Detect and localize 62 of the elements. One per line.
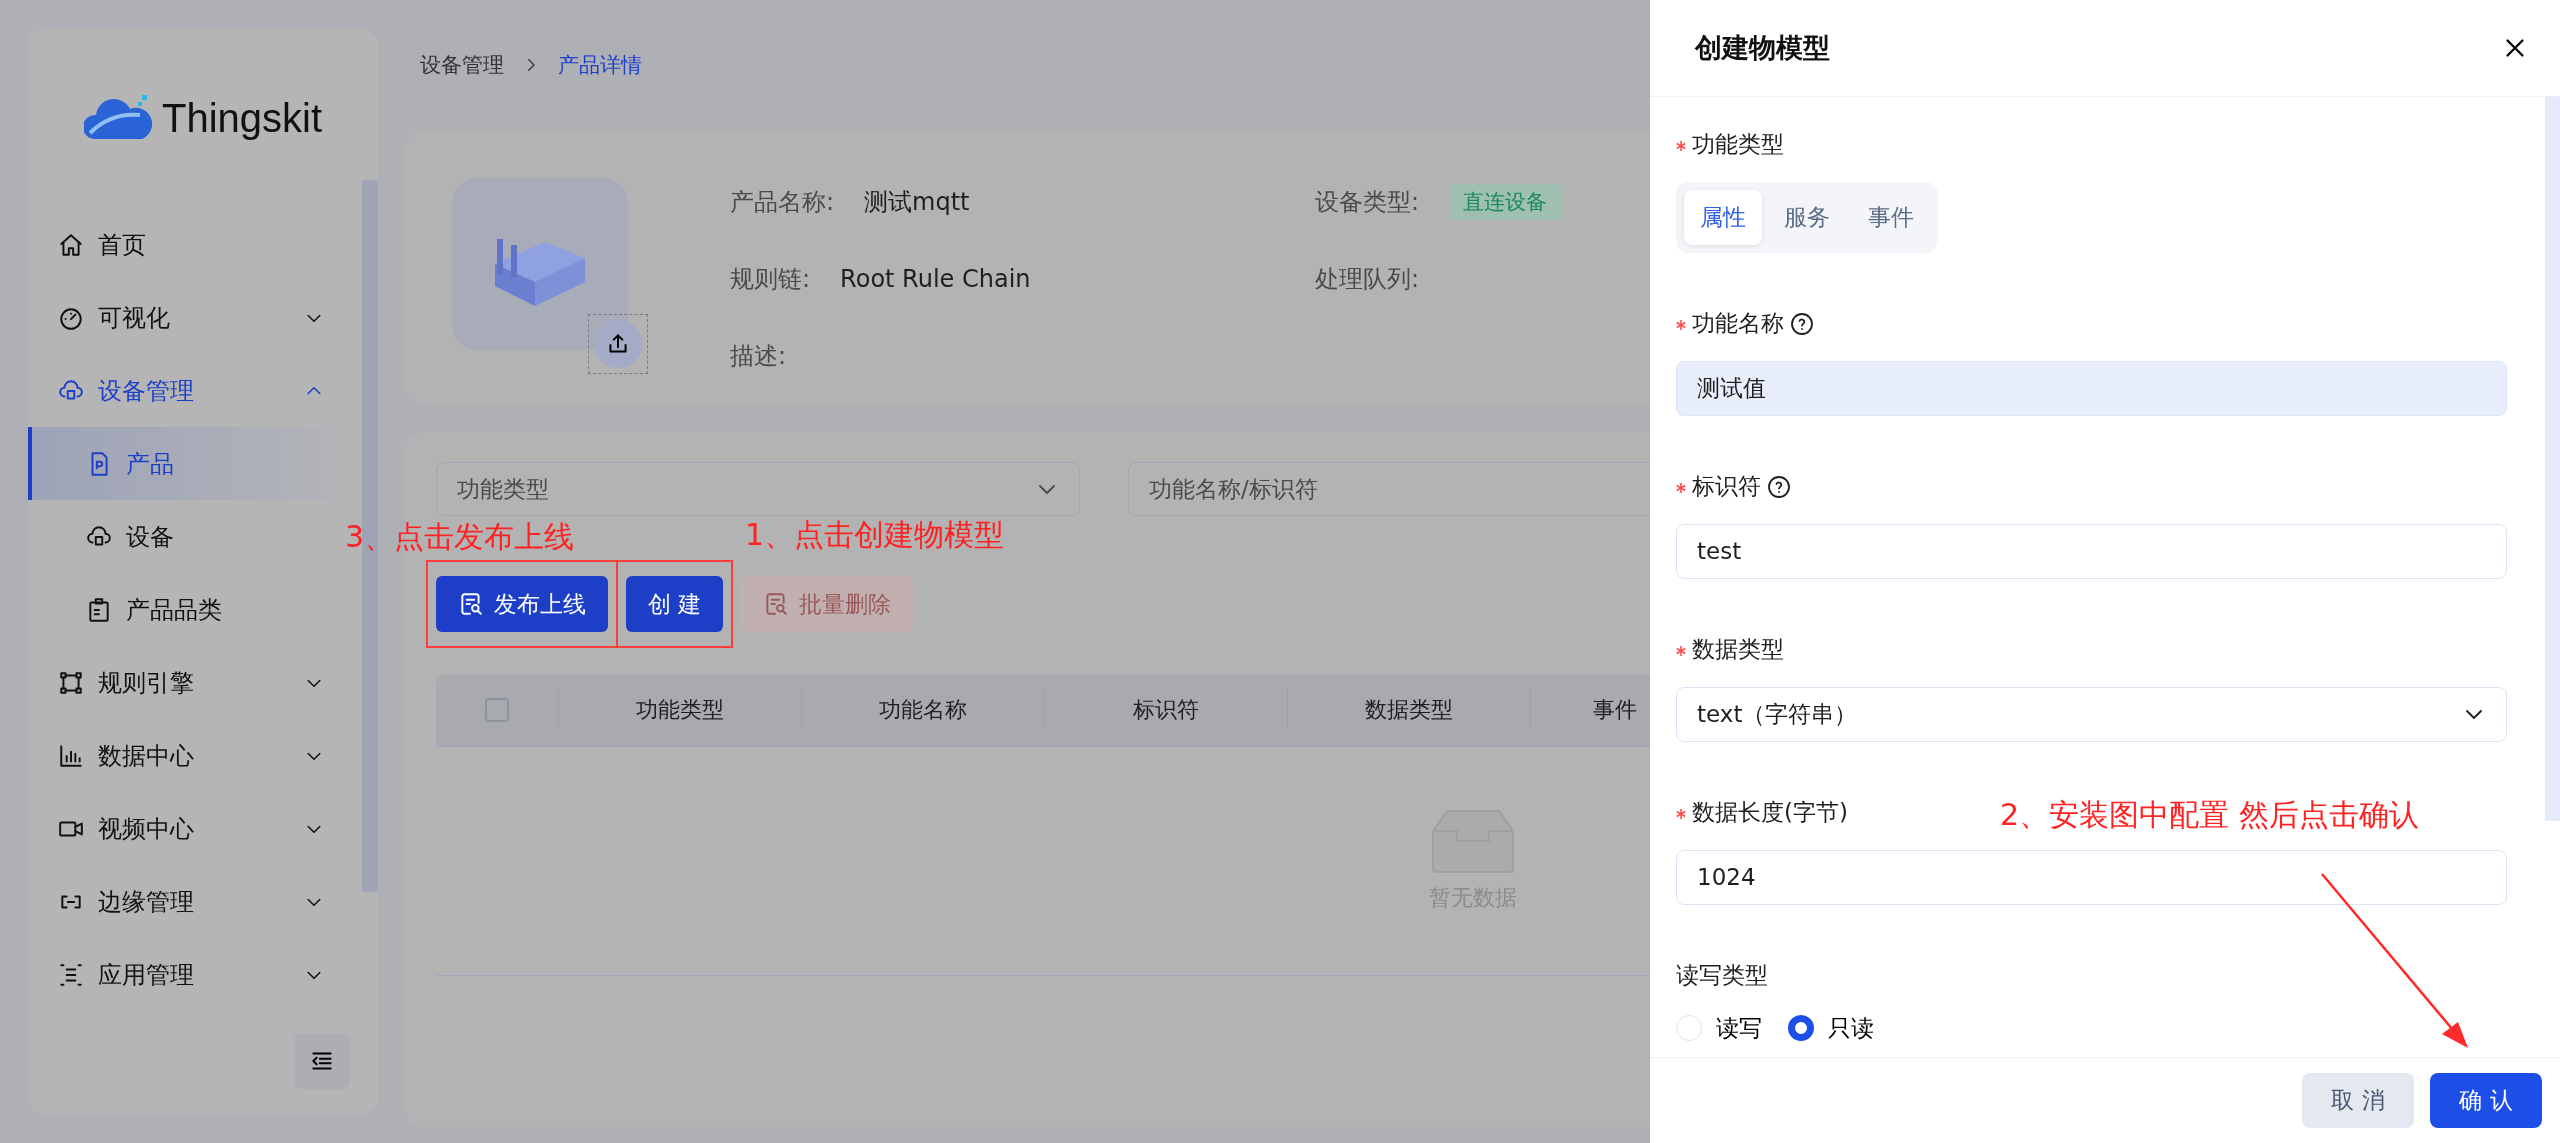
annotation-text: 2、安装图中配置 然后点击确认 (2000, 796, 2419, 834)
field-label: 处理队列: (1315, 263, 1420, 295)
segment-option[interactable]: 属性 (1684, 189, 1762, 245)
field-label: 设备类型: (1315, 186, 1420, 218)
field-label: 数据长度(字节) (1692, 798, 1848, 828)
collapse-button[interactable] (294, 1033, 350, 1089)
breadcrumb-item[interactable]: 产品详情 (558, 51, 642, 79)
cancel-button[interactable]: 取 消 (2302, 1073, 2414, 1129)
list-icon (58, 961, 84, 988)
help-icon (1790, 311, 1814, 336)
clipboard-icon (86, 596, 112, 623)
menu-item[interactable]: 视频中心 (28, 792, 342, 865)
field-value: Root Rule Chain (840, 264, 1031, 293)
select-all-checkbox[interactable] (485, 698, 509, 722)
select-field[interactable]: text（字符串） (1676, 686, 2507, 742)
scrollbar[interactable] (2545, 96, 2560, 821)
input-field[interactable]: 测试值 (1676, 360, 2507, 416)
field-label: 数据类型 (1692, 635, 1784, 665)
menu-item[interactable]: 规则引擎 (28, 646, 342, 719)
input-field[interactable]: test (1676, 523, 2507, 579)
menu-item[interactable]: 边缘管理 (28, 865, 342, 938)
breadcrumb-item[interactable]: 设备管理 (420, 51, 504, 79)
drawer-title: 创建物模型 (1695, 30, 1830, 65)
field-label: 描述: (730, 340, 787, 372)
menu-item[interactable]: 首页 (28, 208, 342, 281)
upload-button[interactable] (594, 320, 642, 368)
confirm-button[interactable]: 确 认 (2430, 1073, 2542, 1129)
segment-option[interactable]: 事件 (1852, 189, 1930, 245)
bar-chart-icon (58, 742, 84, 769)
field-value: 测试mqtt (864, 186, 970, 218)
logo-text: Thingskit (161, 95, 323, 141)
publish-icon (458, 591, 484, 617)
annotation-text: 3、点击发布上线 (345, 518, 575, 556)
column-header: 标识符 (1044, 689, 1287, 731)
menu-item[interactable]: 可视化 (28, 281, 342, 354)
column-header: 功能类型 (558, 689, 801, 731)
home-icon (58, 231, 84, 258)
field-label: 功能名称 (1692, 309, 1784, 339)
menu-item[interactable]: 应用管理 (28, 938, 342, 1011)
column-header: 数据类型 (1287, 689, 1530, 731)
submenu-item[interactable]: 设备 (28, 500, 342, 573)
field-label: 产品名称: (730, 186, 835, 218)
publish-icon (763, 591, 790, 617)
device-type-tag: 直连设备 (1449, 183, 1562, 220)
nodes-icon (58, 669, 84, 696)
type-select[interactable]: 功能类型 (436, 462, 1080, 516)
field-label: 读写类型 (1676, 961, 1768, 991)
menu-item[interactable]: 设备管理 (28, 354, 342, 427)
input-field[interactable]: 1024 (1676, 849, 2507, 905)
menu-item[interactable]: 数据中心 (28, 719, 342, 792)
submenu-item[interactable]: 产品品类 (28, 573, 342, 646)
toolbar-button[interactable]: 发布上线 (436, 576, 608, 632)
annotation-text: 1、点击创建物模型 (745, 516, 1005, 554)
field-label: 功能类型 (1692, 130, 1784, 160)
field-label: 规则链: (730, 263, 811, 295)
radio-option[interactable]: 读写 (1676, 1012, 1762, 1044)
segment-option[interactable]: 服务 (1768, 189, 1846, 245)
help-icon (1767, 474, 1791, 499)
column-header: 功能名称 (801, 689, 1044, 731)
radio-option[interactable]: 只读 (1788, 1012, 1874, 1044)
toolbar-button[interactable]: 创 建 (626, 576, 724, 632)
field-label: 标识符 (1692, 472, 1761, 502)
